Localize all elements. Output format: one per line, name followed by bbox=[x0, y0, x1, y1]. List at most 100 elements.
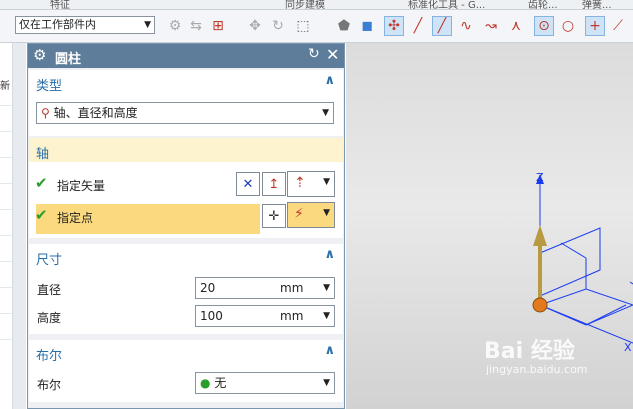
wcs-plane-base bbox=[538, 288, 633, 326]
line-snap-icon[interactable]: ╱ bbox=[408, 16, 428, 36]
specify-point-label[interactable]: 指定点 bbox=[57, 209, 93, 226]
dimensions-section: 尺寸 ∧ 直径 20 mm ▼ 高度 100 mm ▼ bbox=[29, 244, 343, 334]
type-header-label: 类型 bbox=[36, 79, 63, 94]
x-axis-label: X bbox=[624, 341, 632, 354]
rotate-icon[interactable]: ↻ bbox=[268, 16, 288, 36]
divider bbox=[0, 209, 12, 210]
ribbon-tab-gear[interactable]: 齿轮... bbox=[528, 0, 558, 9]
vector-arrowhead bbox=[533, 225, 547, 246]
eraser-icon[interactable]: ⬟ bbox=[334, 16, 354, 36]
height-value: 100 bbox=[200, 309, 223, 323]
divider bbox=[0, 235, 12, 236]
check-icon: ✔ bbox=[35, 174, 48, 192]
diameter-field[interactable]: 20 mm ▼ bbox=[195, 277, 335, 299]
wcs-plane-line bbox=[585, 304, 627, 326]
snap-icon[interactable]: ⚙ bbox=[165, 16, 185, 36]
type-value: 轴、直径和高度 bbox=[53, 106, 138, 120]
close-icon[interactable]: ✕ bbox=[326, 45, 339, 64]
spline-snap-icon[interactable]: ↝ bbox=[481, 16, 501, 36]
ribbon-tabs: 特征 同步建模 标准化工具 - G... 齿轮... 弹簧... bbox=[0, 0, 633, 10]
move-icon[interactable]: ✥ bbox=[245, 16, 265, 36]
chevron-up-icon[interactable]: ∧ bbox=[324, 73, 335, 88]
reverse-direction-button[interactable]: ✕ bbox=[236, 172, 260, 196]
boolean-section-header[interactable]: 布尔 ∧ bbox=[29, 340, 343, 364]
center-snap-icon[interactable]: ⊙ bbox=[534, 16, 554, 36]
vector-method-icon: ⇡ bbox=[294, 175, 306, 191]
point-snap-icon[interactable]: + bbox=[585, 16, 605, 36]
cube-icon[interactable]: ◼ bbox=[357, 16, 377, 36]
chevron-down-icon[interactable]: ▼ bbox=[323, 278, 330, 298]
dimensions-section-header[interactable]: 尺寸 ∧ bbox=[29, 244, 343, 268]
boolean-none-icon: ● bbox=[200, 376, 211, 390]
divider bbox=[0, 157, 12, 158]
cylinder-type-icon: ⚲ bbox=[41, 106, 50, 120]
watermark-url: jingyan.baidu.com bbox=[486, 363, 588, 376]
chevron-down-icon: ▼ bbox=[323, 177, 330, 187]
divider bbox=[0, 183, 12, 184]
quadrant-snap-icon[interactable]: ○ bbox=[558, 16, 578, 36]
point-method-dropdown[interactable]: ⚡ ▼ bbox=[287, 202, 335, 228]
chevron-down-icon[interactable]: ▼ bbox=[323, 306, 330, 326]
chevron-up-icon[interactable]: ∧ bbox=[324, 247, 335, 262]
chevron-down-icon: ▼ bbox=[322, 108, 329, 118]
ribbon-tab-feature[interactable]: 特征 bbox=[50, 0, 70, 9]
select-filter-icon[interactable]: ⊞ bbox=[208, 16, 228, 36]
on-curve-snap-icon[interactable]: ⟋ bbox=[608, 16, 628, 36]
specify-vector-label[interactable]: 指定矢量 bbox=[57, 177, 105, 194]
z-axis-label: Z bbox=[536, 171, 544, 184]
ribbon-tab-sync-modeling[interactable]: 同步建模 bbox=[285, 0, 325, 9]
point-dialog-button[interactable]: ✛ bbox=[262, 204, 286, 228]
boolean-label: 布尔 bbox=[37, 378, 62, 392]
type-section-header[interactable]: 类型 ∧ bbox=[29, 70, 343, 94]
type-section: 类型 ∧ ⚲ 轴、直径和高度 ▼ bbox=[29, 70, 343, 136]
point-method-icon: ⚡ bbox=[294, 206, 304, 222]
check-icon: ✔ bbox=[35, 206, 48, 224]
type-dropdown[interactable]: ⚲ 轴、直径和高度 ▼ bbox=[36, 102, 334, 124]
dialog-title-bar: ⚙ 圆柱 ↻ ✕ bbox=[28, 44, 344, 68]
curve-snap-icon[interactable]: ∿ bbox=[456, 16, 476, 36]
pattern-icon[interactable]: ⇆ bbox=[186, 16, 206, 36]
gear-icon[interactable]: ⚙ bbox=[33, 46, 46, 64]
graphics-viewport[interactable]: Z X Bai 经验 jingyan.baidu.com bbox=[346, 43, 633, 409]
navigator-gutter bbox=[13, 43, 26, 409]
dimensions-header-label: 尺寸 bbox=[36, 253, 63, 268]
diameter-value: 20 bbox=[200, 281, 216, 295]
divider bbox=[0, 261, 12, 262]
axis-section: 轴 ✔ 指定矢量 ✕ ↥ ⇡ ▼ ✔ 指定点 ✛ ⚡ ▼ bbox=[29, 138, 343, 238]
height-label: 高度 bbox=[37, 311, 62, 325]
boolean-section: 布尔 ∧ 布尔 ● 无 ▼ bbox=[29, 340, 343, 402]
reset-icon[interactable]: ↻ bbox=[308, 46, 320, 62]
part-navigator-strip: 新 bbox=[0, 43, 13, 409]
specified-point-marker bbox=[532, 297, 548, 313]
ribbon-tab-spring[interactable]: 弹簧... bbox=[582, 0, 612, 9]
wcs-plane-line bbox=[560, 242, 587, 259]
height-unit: mm bbox=[280, 309, 304, 323]
watermark-logo: Bai 经验 bbox=[484, 339, 575, 364]
divider bbox=[0, 105, 12, 106]
chevron-down-icon: ▼ bbox=[144, 20, 151, 30]
divider bbox=[0, 313, 12, 314]
axis-header-label: 轴 bbox=[36, 147, 50, 162]
midpoint-snap-icon[interactable]: ╱ bbox=[432, 16, 452, 36]
selection-scope-dropdown[interactable]: 仅在工作部件内 ▼ bbox=[15, 16, 155, 34]
dialog-title: 圆柱 bbox=[55, 52, 82, 67]
diameter-unit: mm bbox=[280, 281, 304, 295]
vector-method-dropdown[interactable]: ⇡ ▼ bbox=[287, 171, 335, 197]
rectangle-select-icon[interactable]: ⬚ bbox=[293, 16, 313, 36]
boolean-dropdown[interactable]: ● 无 ▼ bbox=[195, 372, 335, 394]
cylinder-dialog: ⚙ 圆柱 ↻ ✕ 类型 ∧ ⚲ 轴、直径和高度 ▼ 轴 ✔ 指定矢量 ✕ ↥ ⇡… bbox=[27, 43, 345, 409]
axis-section-header[interactable]: 轴 bbox=[29, 138, 343, 162]
navigator-column-label: 新 bbox=[0, 81, 10, 92]
wcs-plane-front bbox=[539, 227, 601, 297]
snap-endpoint-icon[interactable]: ✣ bbox=[384, 16, 404, 36]
selection-scope-value: 仅在工作部件内 bbox=[19, 18, 96, 31]
divider bbox=[0, 131, 12, 132]
ribbon-tab-standard-tools[interactable]: 标准化工具 - G... bbox=[408, 0, 485, 9]
boolean-value: 无 bbox=[214, 376, 227, 390]
chevron-up-icon[interactable]: ∧ bbox=[324, 343, 335, 358]
divider bbox=[0, 287, 12, 288]
height-field[interactable]: 100 mm ▼ bbox=[195, 305, 335, 327]
intersection-snap-icon[interactable]: ⋏ bbox=[506, 16, 526, 36]
vector-dialog-button[interactable]: ↥ bbox=[262, 172, 286, 196]
chevron-down-icon: ▼ bbox=[323, 378, 330, 388]
